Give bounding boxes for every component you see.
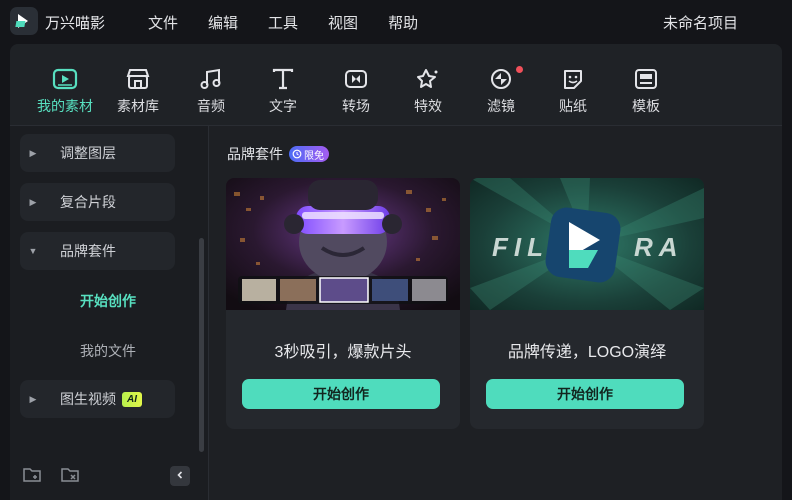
sidebar-item-brand-kit[interactable]: ▼ 品牌套件 (20, 232, 175, 270)
section-header: 品牌套件 限免 (227, 144, 329, 164)
menu-view[interactable]: 视图 (328, 12, 358, 33)
sidebar-scrollbar[interactable] (199, 238, 204, 452)
free-badge-label: 限免 (304, 150, 324, 162)
card-title: 3秒吸引，爆款片头 (274, 344, 412, 361)
card-thumbnail[interactable]: FIL RA (470, 178, 704, 310)
tab-effects[interactable]: 特效 (392, 64, 464, 116)
sidebar-item-label: 复合片段 (60, 194, 116, 210)
sidebar-subitem-start-creating[interactable]: 开始创作 (80, 291, 136, 311)
template-card-logo[interactable]: FIL RA 品牌传递，LOGO演绎 开始创作 (470, 178, 704, 429)
tab-transition[interactable]: 转场 (320, 64, 392, 116)
sidebar-subitem-my-files[interactable]: 我的文件 (80, 341, 136, 361)
thumb-text-right: RA (634, 232, 684, 262)
tab-label: 我的素材 (37, 98, 93, 114)
menu-bar: 文件 编辑 工具 视图 帮助 (148, 12, 448, 33)
new-folder-icon[interactable] (22, 466, 42, 489)
start-creating-button[interactable]: 开始创作 (486, 379, 684, 409)
title-bar: 万兴喵影 文件 编辑 工具 视图 帮助 未命名项目 (0, 0, 792, 42)
sidebar: ▶ 调整图层 ▶ 复合片段 ▼ 品牌套件 开始创作 我的文件 ▶ 图生视频 AI (10, 126, 209, 500)
music-icon (175, 64, 247, 94)
tab-label: 素材库 (117, 98, 159, 114)
delete-folder-icon[interactable] (60, 466, 80, 489)
asset-toolbar: 我的素材 素材库 音频 文字 转场 特效 滤镜 贴纸 模板 (10, 44, 782, 126)
sidebar-bottom-actions (22, 466, 80, 489)
chevron-left-icon (175, 467, 185, 485)
sidebar-item-label: 图生视频 (60, 391, 116, 407)
template-card-intro[interactable]: 3秒吸引，爆款片头 开始创作 (226, 178, 460, 429)
sidebar-item-label: 调整图层 (60, 145, 116, 161)
tab-audio[interactable]: 音频 (175, 64, 247, 116)
tab-my-media[interactable]: 我的素材 (29, 64, 101, 116)
clock-icon (292, 149, 302, 159)
sticker-icon (537, 64, 609, 94)
tab-label: 音频 (197, 98, 225, 114)
app-name: 万兴喵影 (45, 15, 106, 32)
free-badge: 限免 (289, 146, 329, 162)
tab-sticker[interactable]: 贴纸 (537, 64, 609, 116)
ai-badge: AI (122, 391, 142, 407)
transition-icon (320, 64, 392, 94)
template-icon (610, 64, 682, 94)
menu-file[interactable]: 文件 (148, 12, 178, 33)
tab-text[interactable]: 文字 (247, 64, 319, 116)
media-icon (29, 64, 101, 94)
tab-label: 贴纸 (559, 98, 587, 114)
menu-edit[interactable]: 编辑 (208, 12, 238, 33)
chevron-right-icon: ▶ (29, 196, 37, 207)
sidebar-item-adjustment-layer[interactable]: ▶ 调整图层 (20, 134, 175, 172)
main-panel: 我的素材 素材库 音频 文字 转场 特效 滤镜 贴纸 模板 ▶ 调整图层 ▶ 复… (10, 44, 782, 500)
tab-template[interactable]: 模板 (610, 64, 682, 116)
tab-label: 转场 (342, 98, 370, 114)
chevron-right-icon: ▶ (29, 147, 37, 158)
card-title: 品牌传递，LOGO演绎 (507, 344, 667, 361)
chevron-down-icon: ▼ (28, 246, 38, 256)
notification-dot (516, 66, 523, 73)
text-icon (247, 64, 319, 94)
tab-label: 特效 (414, 98, 442, 114)
tab-label: 模板 (632, 98, 660, 114)
collapse-sidebar-button[interactable] (170, 466, 190, 486)
menu-help[interactable]: 帮助 (388, 12, 418, 33)
tab-label: 滤镜 (487, 98, 515, 114)
thumb-text-left: FIL (492, 232, 549, 262)
filter-icon (465, 64, 537, 94)
sidebar-item-label: 品牌套件 (60, 243, 116, 259)
section-title: 品牌套件 (227, 146, 283, 162)
chevron-right-icon: ▶ (29, 393, 37, 404)
app-logo-icon[interactable] (10, 7, 38, 35)
sidebar-item-image-to-video[interactable]: ▶ 图生视频 AI (20, 380, 175, 418)
store-icon (102, 64, 174, 94)
effects-icon (392, 64, 464, 94)
tab-label: 文字 (269, 98, 297, 114)
project-name[interactable]: 未命名项目 (663, 12, 738, 33)
tab-library[interactable]: 素材库 (102, 64, 174, 116)
start-creating-button[interactable]: 开始创作 (242, 379, 440, 409)
tab-filter[interactable]: 滤镜 (465, 64, 537, 116)
menu-tools[interactable]: 工具 (268, 12, 298, 33)
card-thumbnail[interactable] (226, 178, 460, 310)
sidebar-item-compound-clip[interactable]: ▶ 复合片段 (20, 183, 175, 221)
